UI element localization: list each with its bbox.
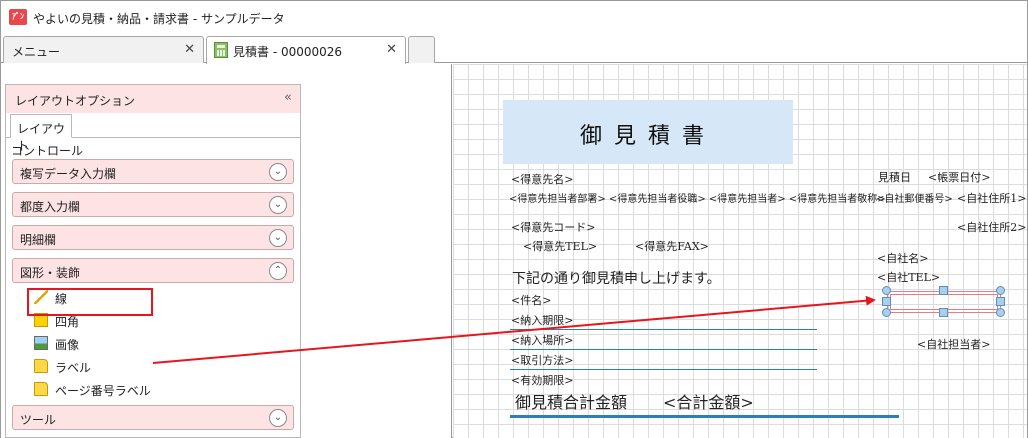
- left-pane: レイアウトオプション « レイアウト コントロール 複写データ入力欄 ⌄ 都度入…: [1, 64, 452, 438]
- item-label: ラベル: [55, 361, 92, 375]
- close-icon[interactable]: ✕: [386, 42, 397, 57]
- label-icon: [34, 359, 48, 373]
- window-title: やよいの見積・納品・請求書 - サンプルデータ: [33, 12, 285, 26]
- estimate-date-label[interactable]: 見積日: [878, 169, 911, 185]
- resize-handle[interactable]: [939, 286, 948, 295]
- field-payment-method[interactable]: <取引方法>: [511, 352, 573, 368]
- title-label-box[interactable]: 御見積書: [503, 100, 793, 164]
- field-customer-fax[interactable]: <得意先FAX>: [635, 238, 709, 254]
- field-customer-contact[interactable]: <得意先担当者部署> <得意先担当者役職> <得意先担当者> <得意先担当者敬称…: [509, 190, 886, 205]
- close-icon[interactable]: ✕: [184, 42, 195, 57]
- resize-handle[interactable]: [882, 297, 891, 306]
- field-customer-name[interactable]: <得意先名>: [511, 171, 573, 187]
- section-label: 都度入力欄: [20, 200, 81, 214]
- field-company-name[interactable]: <自社名>: [877, 250, 928, 266]
- tab-bar: メニュー ✕ 見積書 - 00000026 ✕: [1, 35, 1027, 64]
- section-each-time-fields[interactable]: 都度入力欄 ⌄: [12, 192, 294, 217]
- app-window: ｱﾟﾝ やよいの見積・納品・請求書 - サンプルデータ メニュー ✕ 見積書 -…: [0, 0, 1028, 438]
- field-customer-code[interactable]: <得意先コード>: [511, 219, 595, 235]
- section-label: ツール: [20, 413, 57, 427]
- total-underline[interactable]: [510, 415, 899, 418]
- total-amount-field[interactable]: <合計金額>: [663, 389, 754, 413]
- section-shapes-decoration[interactable]: 図形・装飾 ⌃: [12, 258, 294, 283]
- field-customer-tel[interactable]: <得意先TEL>: [523, 238, 597, 254]
- field-company-tel[interactable]: <自社TEL>: [877, 269, 940, 285]
- tab-estimate[interactable]: 見積書 - 00000026 ✕: [206, 36, 406, 64]
- image-icon: [34, 336, 48, 350]
- tab-menu-label: メニュー: [12, 45, 61, 59]
- item-label: 画像: [55, 338, 80, 352]
- field-company-postal[interactable]: <自社郵便番号>: [876, 190, 953, 205]
- document-title: 御見積書: [579, 124, 716, 149]
- layout-canvas[interactable]: 御見積書 <得意先名> <得意先担当者部署> <得意先担当者役職> <得意先担当…: [453, 64, 1027, 438]
- chevron-down-icon[interactable]: ⌄: [269, 196, 287, 214]
- field-form-date[interactable]: <帳票日付>: [928, 169, 990, 185]
- new-tab-button[interactable]: [408, 36, 435, 63]
- resize-handle[interactable]: [996, 297, 1005, 306]
- total-amount-label[interactable]: 御見積合計金額: [515, 389, 627, 413]
- section-label: 明細欄: [20, 233, 57, 247]
- tab-estimate-label: 見積書 - 00000026: [233, 45, 343, 59]
- divider-line[interactable]: [510, 349, 817, 350]
- layout-options-panel: レイアウトオプション « レイアウト コントロール 複写データ入力欄 ⌄ 都度入…: [5, 84, 301, 438]
- resize-handle[interactable]: [882, 308, 891, 317]
- chevron-down-icon[interactable]: ⌄: [269, 163, 287, 181]
- divider-line[interactable]: [510, 329, 817, 330]
- chevron-down-icon[interactable]: ⌄: [269, 409, 287, 427]
- panel-header: レイアウトオプション «: [6, 85, 300, 113]
- section-label: 複写データ入力欄: [20, 167, 117, 181]
- resize-handle[interactable]: [882, 286, 891, 295]
- section-tools[interactable]: ツール ⌄: [12, 405, 294, 430]
- divider-line[interactable]: [510, 369, 817, 370]
- app-logo-icon: ｱﾟﾝ: [9, 9, 27, 25]
- callout-highlight-box: [27, 288, 153, 316]
- resize-handle[interactable]: [996, 308, 1005, 317]
- tab-layout[interactable]: レイアウト: [10, 114, 72, 153]
- chevron-up-icon[interactable]: ⌃: [269, 262, 287, 280]
- section-detail-fields[interactable]: 明細欄 ⌄: [12, 225, 294, 250]
- field-company-address2[interactable]: <自社住所2>: [957, 219, 1026, 235]
- resize-handle[interactable]: [939, 308, 948, 317]
- resize-handle[interactable]: [996, 286, 1005, 295]
- item-label: ページ番号ラベル: [55, 384, 151, 398]
- field-company-staff[interactable]: <自社担当者>: [917, 336, 990, 352]
- calculator-icon: [214, 42, 228, 58]
- chevron-down-icon[interactable]: ⌄: [269, 229, 287, 247]
- label-icon: [34, 382, 48, 396]
- section-copy-data-fields[interactable]: 複写データ入力欄 ⌄: [12, 159, 294, 184]
- collapse-panel-icon[interactable]: «: [284, 90, 292, 105]
- field-subject[interactable]: <件名>: [511, 292, 551, 308]
- field-valid-period[interactable]: <有効期限>: [511, 372, 573, 388]
- title-bar: ｱﾟﾝ やよいの見積・納品・請求書 - サンプルデータ: [1, 1, 1027, 35]
- field-delivery-deadline[interactable]: <納入期限>: [511, 312, 573, 328]
- greeting-text[interactable]: 下記の通り御見積申し上げます。: [512, 268, 721, 288]
- tab-menu[interactable]: メニュー ✕: [3, 36, 204, 63]
- section-label: 図形・装飾: [20, 266, 81, 280]
- panel-title: レイアウトオプション: [15, 94, 136, 108]
- field-company-address1[interactable]: <自社住所1>: [957, 190, 1026, 206]
- field-delivery-place[interactable]: <納入場所>: [511, 332, 573, 348]
